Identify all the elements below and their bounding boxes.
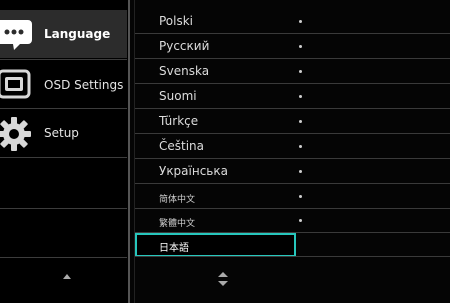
language-option[interactable]: 繁體中文 [135,209,450,233]
language-label: Svenska [159,64,210,78]
divider [0,157,127,158]
divider [135,158,450,159]
menu-item-label: Language [44,27,111,41]
language-label: Suomi [159,89,197,103]
language-option[interactable]: Suomi [135,85,450,109]
divider [135,133,450,134]
bullet-icon [299,45,302,48]
menu-item-label: Setup [44,126,79,140]
language-label: Čeština [159,139,205,153]
language-option[interactable]: 简体中文 [135,185,450,209]
language-label: 日本語 [159,243,189,254]
bullet-icon [299,219,302,222]
menu-item-language[interactable]: Language [0,10,127,58]
bullet-icon [299,195,302,198]
language-option[interactable]: Українська [135,160,450,184]
language-label: 简体中文 [159,195,196,205]
language-label: Русский [159,39,210,53]
language-option[interactable]: Polski [135,10,450,34]
divider [135,183,450,184]
menu-item-label: OSD Settings [44,78,124,92]
divider [135,83,450,84]
bullet-icon [299,20,302,23]
language-label: Українська [159,164,228,178]
bullet-icon [299,70,302,73]
language-option[interactable]: Svenska [135,60,450,84]
bullet-icon [299,95,302,98]
divider [135,256,450,257]
divider [135,33,450,34]
language-option[interactable]: Türkçe [135,110,450,134]
osd-main-menu: Language OSD Settings Setup [0,0,128,303]
menu-item-osd-settings[interactable]: OSD Settings [0,60,127,108]
bullet-icon [299,145,302,148]
language-option[interactable]: Čeština [135,135,450,159]
language-option-selected[interactable]: 日本語 [135,233,450,257]
divider [135,58,450,59]
up-down-arrows-icon [218,272,228,286]
language-label: Türkçe [159,114,199,128]
language-list: Polski Русский Svenska Suomi Türkçe Češt… [135,0,450,303]
scroll-up-icon [63,274,71,279]
column-divider [128,0,130,303]
language-label: Polski [159,14,194,28]
divider [0,208,127,209]
bullet-icon [299,170,302,173]
language-bubble-icon [0,20,32,50]
divider [135,108,450,109]
language-option[interactable]: Русский [135,35,450,59]
gear-icon [0,117,31,151]
language-label: 繁體中文 [159,219,196,229]
divider [0,257,127,258]
osd-settings-icon [0,69,31,99]
bullet-icon [299,120,302,123]
menu-item-setup[interactable]: Setup [0,109,127,157]
